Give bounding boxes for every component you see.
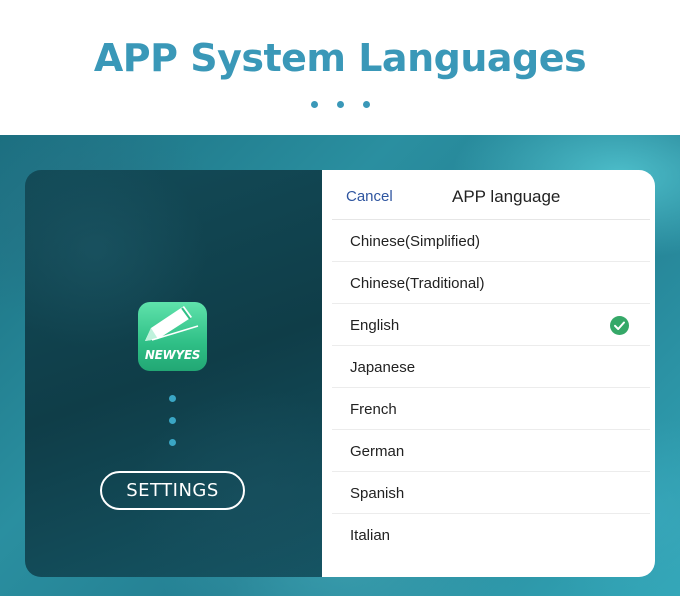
language-item-japanese[interactable]: Japanese	[332, 346, 650, 388]
nav-title: APP language	[452, 187, 561, 206]
language-label: French	[350, 401, 397, 418]
dot	[169, 417, 176, 424]
page-header: APP System Languages	[0, 0, 680, 135]
language-label: German	[350, 443, 405, 460]
dot	[336, 101, 344, 108]
language-item-french[interactable]: French	[332, 388, 650, 430]
language-item-chinese-simplified[interactable]: Chinese(Simplified)	[332, 220, 650, 262]
language-item-english[interactable]: English	[332, 304, 650, 346]
cancel-button[interactable]: Cancel	[346, 188, 393, 205]
vertical-dots-decoration	[169, 395, 176, 461]
page-title: APP System Languages	[93, 36, 587, 80]
dot	[310, 101, 318, 108]
device-mockup: NEWYES SETTINGS Cancel APP language Chin…	[25, 170, 655, 577]
language-label: English	[350, 317, 400, 334]
language-list: Chinese(Simplified) Chinese(Traditional)…	[332, 220, 650, 556]
language-label: Chinese(Traditional)	[350, 275, 485, 292]
language-label: Japanese	[350, 359, 416, 376]
dot	[169, 439, 176, 446]
language-item-spanish[interactable]: Spanish	[332, 472, 650, 514]
language-label: Spanish	[350, 485, 405, 502]
app-icon-label: NEWYES	[144, 348, 201, 362]
nav-bar: Cancel APP language	[332, 170, 650, 220]
dot	[169, 395, 176, 402]
language-label: Italian	[350, 527, 391, 544]
dot	[362, 101, 370, 108]
title-dots-decoration	[0, 101, 680, 108]
newyes-app-icon[interactable]: NEWYES	[138, 302, 207, 371]
checkmark-icon	[610, 316, 629, 335]
language-picker: Cancel APP language Chinese(Simplified) …	[322, 170, 655, 577]
settings-panel: NEWYES SETTINGS	[25, 170, 322, 577]
language-item-german[interactable]: German	[332, 430, 650, 472]
language-label: Chinese(Simplified)	[350, 233, 481, 250]
language-item-chinese-traditional[interactable]: Chinese(Traditional)	[332, 262, 650, 304]
settings-button[interactable]: SETTINGS	[100, 471, 245, 510]
language-item-italian[interactable]: Italian	[332, 514, 650, 556]
